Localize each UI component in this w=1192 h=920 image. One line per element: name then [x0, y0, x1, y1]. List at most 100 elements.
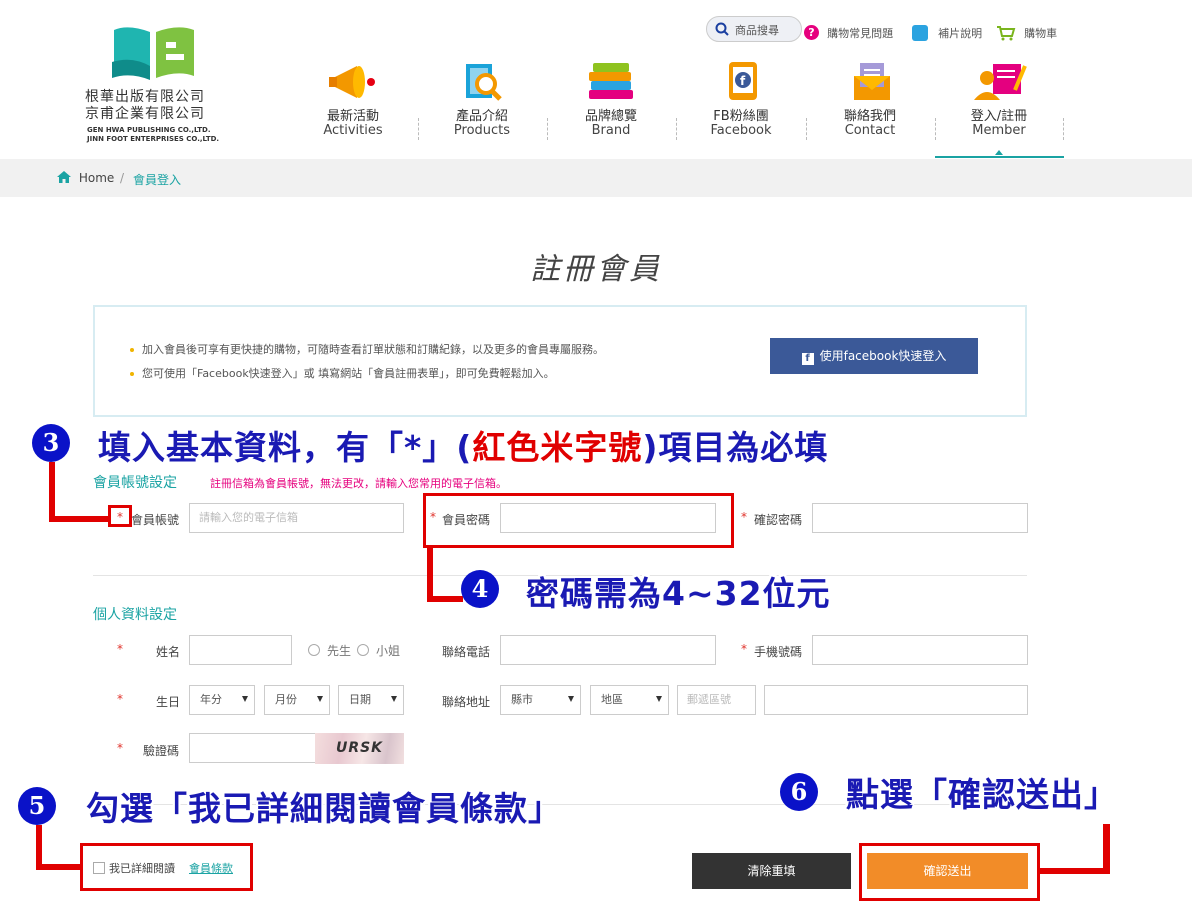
nav-activities-en: Activities [323, 123, 383, 138]
annotation-3-part2: )項目為必填 [642, 428, 829, 467]
birth-day-value: 日期 [349, 693, 371, 706]
city-value: 縣市 [511, 693, 533, 706]
nav-facebook-en: Facebook [710, 123, 772, 138]
nav-brand-zh: 品牌總覽 [584, 109, 637, 124]
address-input[interactable] [764, 685, 1028, 715]
nav-brand-en: Brand [591, 123, 631, 138]
birth-year-select[interactable]: 年分 [189, 685, 255, 715]
annotation-3-connector [49, 516, 111, 522]
cart-link[interactable]: 購物車 [996, 22, 1057, 41]
clear-button[interactable]: 清除重填 [692, 853, 851, 889]
logo-company-en: GEN HWA PUBLISHING CO.,LTD. JINN FOOT EN… [87, 126, 219, 144]
nav-products-zh: 產品介紹 [455, 109, 508, 124]
chevron-down-icon [568, 696, 574, 702]
breadcrumb-home[interactable]: Home [57, 171, 114, 185]
chevron-down-icon [317, 696, 323, 702]
confirm-password-label: 確認密碼 [754, 513, 803, 527]
nav-member[interactable]: 登入/註冊 Member [939, 60, 1059, 138]
captcha-label: 驗證碼 [143, 744, 180, 758]
confirm-password-input[interactable] [812, 503, 1028, 533]
nav-products[interactable]: 產品介紹 Products [422, 60, 542, 138]
birth-day-select[interactable]: 日期 [338, 685, 404, 715]
nav-facebook[interactable]: f FB粉絲團 Facebook [681, 60, 801, 138]
page-title: 註冊會員 [530, 252, 662, 287]
facebook-login-button[interactable]: f 使用facebook快速登入 [770, 338, 978, 374]
annotation-3-part1: 填入基本資料，有「*」( [98, 428, 473, 467]
nav-activities[interactable]: 最新活動 Activities [293, 60, 413, 138]
patch-info-label: 補片說明 [938, 26, 983, 40]
search-placeholder: 商品搜尋 [735, 24, 779, 37]
name-label: 姓名 [156, 645, 181, 659]
chevron-down-icon [391, 696, 397, 702]
nav-brand[interactable]: 品牌總覽 Brand [551, 60, 671, 138]
personal-section-title: 個人資料設定 [93, 607, 177, 623]
annotation-4-connector [427, 596, 463, 602]
address-label: 聯絡地址 [442, 695, 491, 709]
patch-info-link[interactable]: 補片說明 [912, 22, 982, 41]
puzzle-icon [912, 24, 928, 41]
annotation-4-text: 密碼需為4~32位元 [526, 574, 831, 613]
books-icon [589, 63, 633, 99]
birth-month-select[interactable]: 月份 [264, 685, 330, 715]
annotation-6-text: 點選「確認送出」 [846, 775, 1118, 814]
phone-input[interactable] [500, 635, 716, 665]
account-email-input[interactable]: 請輸入您的電子信箱 [189, 503, 404, 533]
member-icon [974, 64, 1027, 100]
annotation-4-highlight [423, 493, 734, 548]
home-icon [57, 171, 71, 183]
required-star: * [741, 510, 747, 524]
logo-company-name: 根華出版有限公司 京甫企業有限公司 [85, 89, 205, 123]
cart-label: 購物車 [1024, 26, 1058, 40]
nav-activities-zh: 最新活動 [326, 109, 379, 124]
facebook-icon: f [801, 353, 814, 365]
envelope-icon [854, 63, 890, 100]
chevron-down-icon [242, 696, 248, 702]
logo-zh-line1: 根華出版有限公司 [85, 89, 205, 105]
phone-label: 聯絡電話 [442, 645, 491, 659]
required-star: * [117, 642, 123, 656]
chevron-down-icon [656, 696, 662, 702]
question-icon: ? [804, 25, 819, 40]
gender-radio-mr[interactable] [308, 644, 320, 656]
account-label: 會員帳號 [131, 513, 180, 527]
captcha-input[interactable] [189, 733, 316, 763]
annotation-4-connector [427, 548, 433, 602]
info-bullet-text: 您可使用「Facebook快速登入」或 填寫網站「會員註冊表單」，即可免費輕鬆加… [142, 367, 555, 380]
mobile-input[interactable] [812, 635, 1028, 665]
city-select[interactable]: 縣市 [500, 685, 581, 715]
name-input[interactable] [189, 635, 292, 665]
nav-contact-en: Contact [844, 123, 896, 138]
nav-facebook-zh: FB粉絲團 [713, 109, 769, 124]
svg-text:f: f [740, 74, 746, 88]
nav-products-en: Products [453, 123, 511, 138]
gender-radio-ms[interactable] [357, 644, 369, 656]
megaphone-icon [329, 66, 375, 98]
account-section-title: 會員帳號設定 [93, 475, 177, 491]
nav-contact[interactable]: 聯絡我們 Contact [810, 60, 930, 138]
birth-year-value: 年分 [200, 693, 222, 706]
facebook-login-label: 使用facebook快速登入 [819, 349, 947, 363]
search-box[interactable]: 商品搜尋 [706, 16, 802, 42]
info-bullet: 加入會員後可享有更快捷的購物，可隨時查看訂單狀態和訂購紀錄，以及更多的會員專屬服… [130, 341, 604, 357]
search-icon [715, 22, 729, 36]
annotation-3-connector [49, 462, 55, 522]
annotation-badge-6: 6 [780, 773, 818, 811]
zip-input[interactable]: 郵遞區號 [677, 685, 756, 715]
birthday-label: 生日 [156, 695, 181, 709]
annotation-5-text: 勾選「我已詳細閱讀會員條款」 [86, 789, 562, 828]
nav-member-en: Member [972, 123, 1026, 138]
district-select[interactable]: 地區 [590, 685, 669, 715]
nav-separator [418, 118, 420, 140]
annotation-6-connector [1103, 824, 1110, 874]
district-value: 地區 [601, 693, 623, 706]
logo-zh-line2: 京甫企業有限公司 [85, 106, 205, 122]
captcha-image[interactable]: URSK [315, 733, 404, 764]
nav-separator [676, 118, 678, 140]
cart-icon [997, 25, 1016, 40]
birth-month-value: 月份 [275, 693, 297, 706]
required-star: * [741, 642, 747, 656]
faq-link-label: 購物常見問題 [827, 26, 894, 40]
gender-mr-label: 先生 [327, 644, 352, 658]
mobile-label: 手機號碼 [754, 645, 803, 659]
faq-link[interactable]: ? 購物常見問題 [804, 22, 893, 41]
